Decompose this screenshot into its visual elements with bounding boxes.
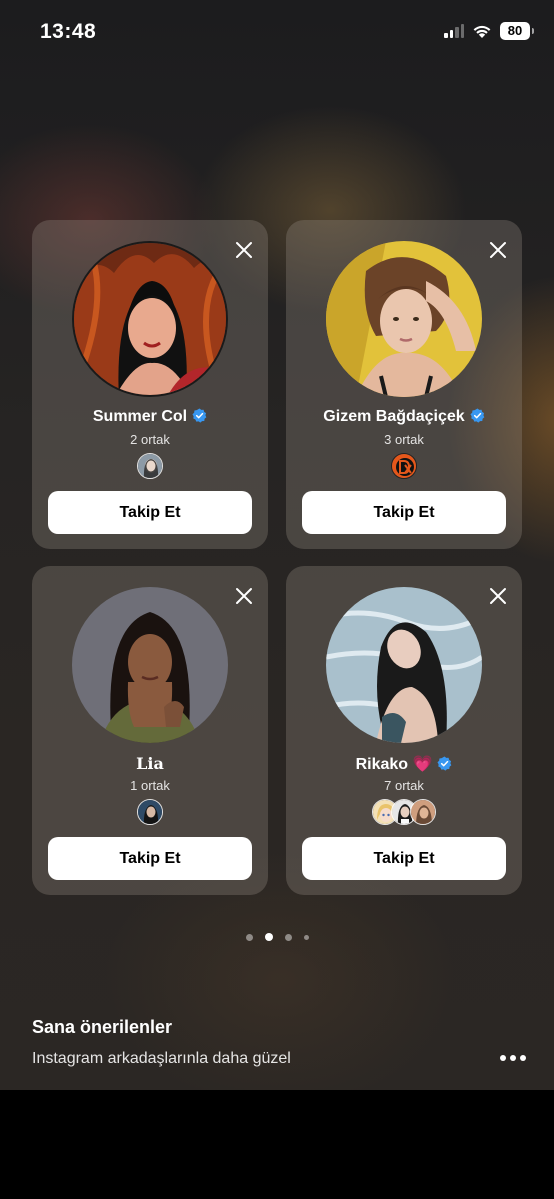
battery-icon: 80	[500, 22, 534, 40]
follow-button[interactable]: Takip Et	[302, 491, 506, 534]
follow-button[interactable]: Takip Et	[302, 837, 506, 880]
more-options-icon[interactable]	[500, 1050, 526, 1066]
page-dot[interactable]	[284, 933, 292, 941]
follow-button[interactable]: Takip Et	[48, 491, 252, 534]
page-indicator[interactable]	[0, 933, 554, 941]
verified-badge-icon	[437, 756, 452, 771]
mutual-avatars	[32, 453, 268, 479]
status-icons: 80	[444, 22, 534, 40]
verified-badge-icon	[470, 408, 485, 423]
wifi-icon	[473, 25, 491, 38]
page-dot-active[interactable]	[264, 933, 273, 941]
profile-avatar[interactable]	[72, 587, 228, 743]
status-time: 13:48	[40, 20, 97, 43]
suggestions-screen: 13:48 80 Summer Col 2 ortak Takip Et Giz…	[0, 0, 554, 1090]
section-title: Sana önerilenler	[32, 1017, 173, 1037]
mutual-avatar-logo	[391, 453, 417, 479]
follow-button[interactable]: Takip Et	[48, 837, 252, 880]
mutual-avatars	[286, 453, 522, 479]
mutual-avatar	[137, 799, 163, 825]
mutual-followers-count: 2 ortak	[130, 432, 170, 447]
mutual-avatars	[286, 799, 522, 825]
mutual-avatar	[137, 453, 163, 479]
mutual-avatar	[410, 799, 436, 825]
suggestion-card-lia[interactable]: Lia 1 ortak Takip Et	[32, 566, 268, 895]
mutual-avatars	[32, 799, 268, 825]
verified-badge-icon	[192, 408, 207, 423]
profile-name: Lia	[136, 754, 164, 773]
suggestion-card-gizem-bagdacicek[interactable]: Gizem Bağdaçiçek 3 ortak Takip Et	[286, 220, 522, 549]
dismiss-close-icon[interactable]	[488, 586, 508, 606]
suggestion-card-rikako[interactable]: Rikako 💗 7 ortak Takip Et	[286, 566, 522, 895]
page-dot[interactable]	[245, 933, 253, 941]
cellular-signal-icon	[444, 24, 464, 38]
profile-name: Gizem Bağdaçiçek	[286, 408, 522, 426]
bottom-black-area	[0, 1090, 554, 1199]
profile-avatar[interactable]	[326, 587, 482, 743]
section-subtitle: Instagram arkadaşlarınla daha güzel	[32, 1050, 291, 1067]
mutual-followers-count: 3 ortak	[384, 432, 424, 447]
profile-avatar[interactable]	[326, 241, 482, 397]
profile-avatar[interactable]	[72, 241, 228, 397]
profile-name: Rikako 💗	[286, 754, 522, 774]
suggestion-card-summer-col[interactable]: Summer Col 2 ortak Takip Et	[32, 220, 268, 549]
dismiss-close-icon[interactable]	[234, 240, 254, 260]
dismiss-close-icon[interactable]	[234, 586, 254, 606]
dismiss-close-icon[interactable]	[488, 240, 508, 260]
profile-name: Summer Col	[32, 408, 268, 426]
page-dot[interactable]	[303, 934, 309, 940]
mutual-followers-count: 7 ortak	[384, 778, 424, 793]
mutual-followers-count: 1 ortak	[130, 778, 170, 793]
